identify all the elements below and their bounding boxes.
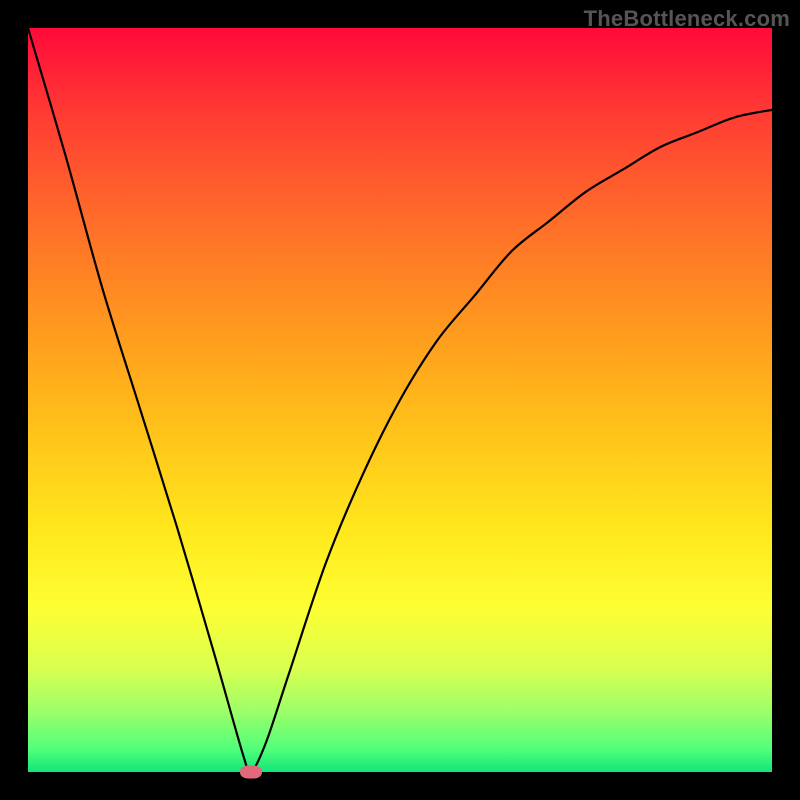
watermark-text: TheBottleneck.com <box>584 6 790 32</box>
plot-area <box>28 28 772 772</box>
minimum-marker <box>240 766 262 779</box>
bottleneck-curve <box>28 28 772 772</box>
chart-frame: TheBottleneck.com <box>0 0 800 800</box>
